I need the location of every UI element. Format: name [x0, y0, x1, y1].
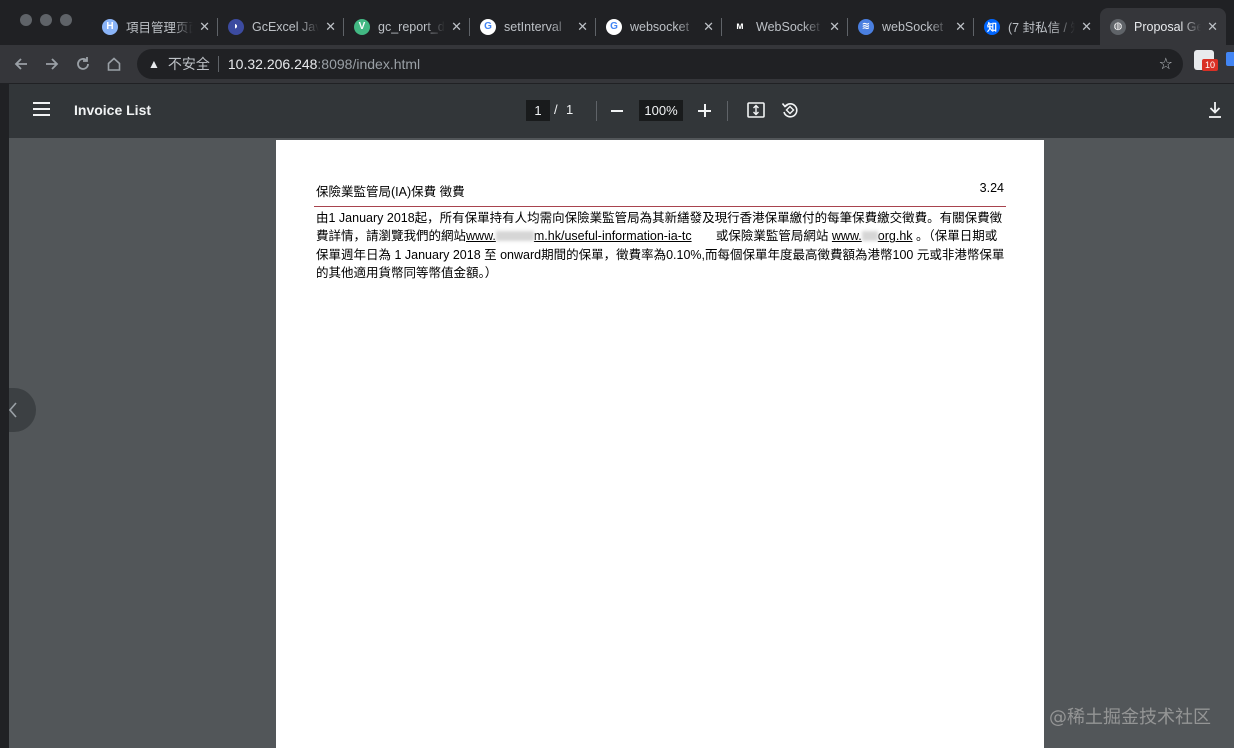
close-window-button[interactable]: [20, 14, 32, 26]
browser-tab[interactable]: Gwebsocket ✕: [596, 8, 722, 45]
fit-to-page-icon[interactable]: [747, 102, 765, 118]
tab-close-icon[interactable]: ✕: [451, 19, 462, 35]
browser-tab[interactable]: GsetInterval ✕: [470, 8, 596, 45]
tab-close-icon[interactable]: ✕: [955, 19, 966, 35]
tab-title: webSocket: [882, 19, 944, 34]
tab-title: websocket: [630, 19, 690, 34]
tab-title: (7 封私信 / 知乎: [1008, 21, 1075, 35]
menu-icon[interactable]: [33, 102, 50, 116]
chevron-left-icon: [9, 402, 17, 418]
tab-close-icon[interactable]: ✕: [1081, 19, 1092, 35]
tab-title: WebSocket: [756, 19, 820, 34]
bookmark-star-icon[interactable]: ☆: [1159, 54, 1173, 74]
warning-triangle-icon[interactable]: ▲: [148, 57, 160, 71]
pdf-viewer: Invoice List 1 / 1 100% 保險業監管局(IA)保費 徵費 …: [9, 84, 1234, 748]
google-icon: G: [480, 18, 496, 35]
h-circle-icon: H: [102, 18, 118, 35]
extension-badge: 10: [1202, 59, 1219, 71]
tab-title: gc_report_dev: [378, 19, 445, 34]
security-label[interactable]: 不安全: [168, 54, 210, 74]
invoice-item-title: 保險業監管局(IA)保費 徵費: [316, 185, 465, 199]
reload-button[interactable]: [70, 51, 96, 77]
globe-icon: ◍: [1110, 18, 1126, 35]
arrow-left-icon: [14, 58, 27, 70]
watermark: @稀土掘金技术社区: [1049, 707, 1211, 728]
zhihu-icon: 知: [984, 18, 1000, 35]
tab-close-icon[interactable]: ✕: [829, 19, 840, 35]
minimize-window-button[interactable]: [40, 14, 52, 26]
tab-close-icon[interactable]: ✕: [1207, 19, 1218, 35]
browser-tab[interactable]: 知 (7 封私信 / 知乎 ✕: [974, 8, 1100, 45]
link-prefix: www.: [466, 229, 496, 244]
zoom-level-input[interactable]: 100%: [639, 100, 683, 121]
home-button[interactable]: [101, 51, 127, 77]
reload-icon: [77, 57, 89, 70]
browser-tab[interactable]: Vgc_report_dev ✕: [344, 8, 470, 45]
tab-title: Proposal Generator: [1134, 19, 1202, 34]
page-separator: /: [554, 102, 558, 117]
toolbar-divider: [596, 101, 597, 121]
rotate-icon[interactable]: [781, 101, 799, 119]
browser-tab[interactable]: ◗ GcExcel Java ✕: [218, 8, 344, 45]
link-suffix: m.hk/useful-information-ia-tc: [533, 229, 692, 244]
document-title: Invoice List: [74, 102, 152, 118]
page-number-input[interactable]: 1: [526, 100, 550, 121]
link-suffix: org.hk: [877, 229, 913, 244]
page-count: 1: [566, 102, 574, 117]
tab-title: setInterval: [504, 19, 562, 34]
back-button[interactable]: [8, 51, 34, 77]
invoice-item-amount: 3.24: [979, 181, 1004, 195]
description-text: 或保險業監管局網站: [715, 229, 829, 244]
browser-tab[interactable]: H 項目管理页面 ✕: [92, 8, 218, 45]
google-icon: G: [606, 18, 622, 35]
pdf-page: 保險業監管局(IA)保費 徵費 3.24 由1 January 2018起，所有…: [276, 140, 1044, 748]
mdn-icon: ᴍ: [732, 18, 748, 35]
gcexcel-icon: ◗: [228, 18, 244, 35]
link-prefix: www.: [831, 229, 862, 244]
download-icon[interactable]: [1207, 101, 1223, 119]
zoom-in-button[interactable]: [698, 104, 711, 117]
extension-icon-2[interactable]: [1226, 52, 1234, 66]
home-icon: [107, 57, 121, 71]
company-website-link[interactable]: www. m.hk/useful-information-ia-tc: [466, 229, 692, 243]
tab-close-icon[interactable]: ✕: [325, 19, 336, 35]
browser-toolbar: ▲ 不安全 10.32.206.248 :8098/index.html ☆ 1…: [0, 45, 1234, 83]
tab-strip: H項目管理页面✕◗GcExcel Java✕Vgc_report_dev✕Gse…: [0, 0, 1234, 45]
address-divider: [217, 56, 219, 72]
url-path[interactable]: :8098/index.html: [317, 56, 420, 72]
divider-line: [314, 206, 1006, 207]
toolbar-divider: [727, 101, 728, 121]
browser-tab[interactable]: ◍ Proposal Generator ✕: [1100, 8, 1226, 45]
browser-tab[interactable]: ᴍ WebSocket ✕: [722, 8, 848, 45]
layers-icon: ≋: [858, 18, 874, 35]
zoom-window-button[interactable]: [60, 14, 72, 26]
zoom-out-button[interactable]: [611, 110, 623, 112]
invoice-item-description: 由1 January 2018起，所有保單持有人均需向保險業監管局為其新繕發及現…: [316, 209, 1006, 282]
url-host[interactable]: 10.32.206.248: [228, 56, 318, 72]
browser-tab[interactable]: ≋ webSocket ✕: [848, 8, 974, 45]
side-panel-toggle[interactable]: [9, 388, 36, 432]
redacted-text: [861, 231, 878, 242]
ia-website-link[interactable]: www. org.hk: [832, 229, 913, 243]
tab-close-icon[interactable]: ✕: [577, 19, 588, 35]
pdf-toolbar: Invoice List 1 / 1 100%: [9, 84, 1234, 138]
arrow-right-icon: [46, 58, 59, 70]
tab-title: 項目管理页面: [126, 21, 193, 35]
redacted-text: [495, 231, 534, 242]
forward-button[interactable]: [39, 51, 65, 77]
tab-title: GcExcel Java: [252, 19, 320, 34]
tab-close-icon[interactable]: ✕: [199, 19, 210, 35]
address-bar[interactable]: ▲ 不安全 10.32.206.248 :8098/index.html ☆: [137, 49, 1183, 79]
tab-close-icon[interactable]: ✕: [703, 19, 714, 35]
vue-icon: V: [354, 18, 370, 35]
